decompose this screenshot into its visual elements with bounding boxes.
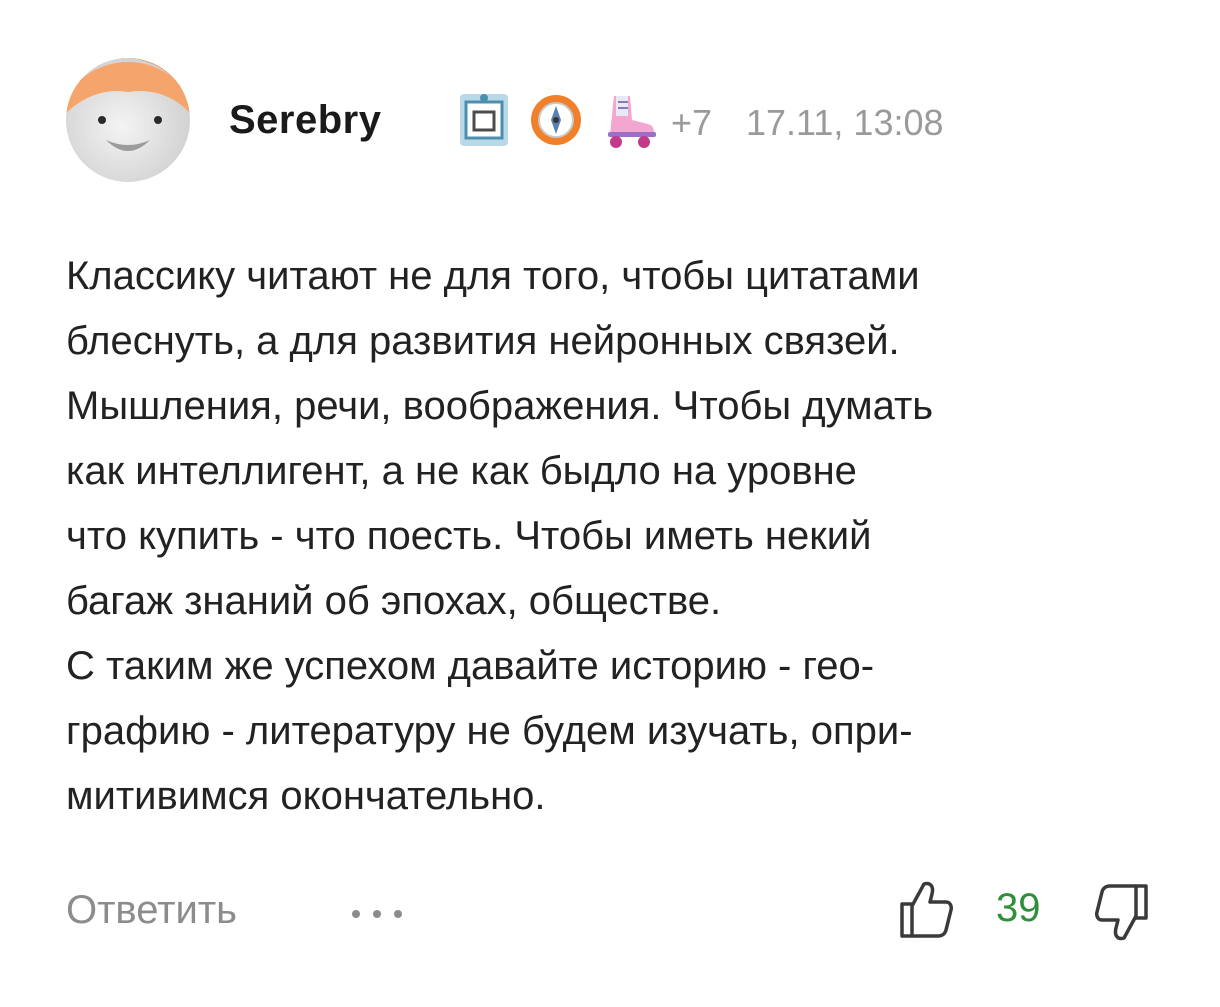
comment-text-line: багаж знаний об эпохах, обществе. <box>66 579 722 623</box>
picture-frame-icon[interactable] <box>456 90 512 150</box>
comment-card: Serebry +7 17.11, 13:08 Классику читают … <box>0 0 1220 1007</box>
comment-text-line: Классику читают не для того, чтобы цитат… <box>66 254 920 298</box>
extra-badges-count[interactable]: +7 <box>671 102 712 144</box>
badge-list <box>456 88 656 152</box>
comment-text-line: С таким же успехом давайте историю - гео… <box>66 644 875 688</box>
like-count: 39 <box>996 886 1041 930</box>
comment-text-line: Мышления, речи, воображения. Чтобы думат… <box>66 384 934 428</box>
comment-text-line: митивимся окончательно. <box>66 774 546 818</box>
thumbs-up-icon[interactable] <box>898 878 954 940</box>
comment-text-line: что купить - что поесть. Чтобы иметь нек… <box>66 514 872 558</box>
comment-text-line: как интеллигент, а не как быдло на уровн… <box>66 449 857 493</box>
reply-button[interactable]: Ответить <box>66 888 237 933</box>
author-name[interactable]: Serebry <box>229 98 381 143</box>
comment-text: Классику читают не для того, чтобы цитат… <box>66 244 1176 829</box>
more-dots-icon[interactable] <box>346 888 410 936</box>
comment-text-line: блеснуть, а для развития нейронных связе… <box>66 319 900 363</box>
comment-footer: Ответить 39 <box>66 878 1166 948</box>
comment-timestamp: 17.11, 13:08 <box>746 102 944 143</box>
comment-text-line: графию - литературу не будем изучать, оп… <box>66 709 913 753</box>
compass-icon[interactable] <box>528 90 584 150</box>
comment-header: Serebry +7 17.11, 13:08 <box>66 58 1166 182</box>
roller-skate-icon[interactable] <box>600 90 656 150</box>
avatar[interactable] <box>66 58 190 182</box>
thumbs-down-icon[interactable] <box>1094 882 1150 944</box>
